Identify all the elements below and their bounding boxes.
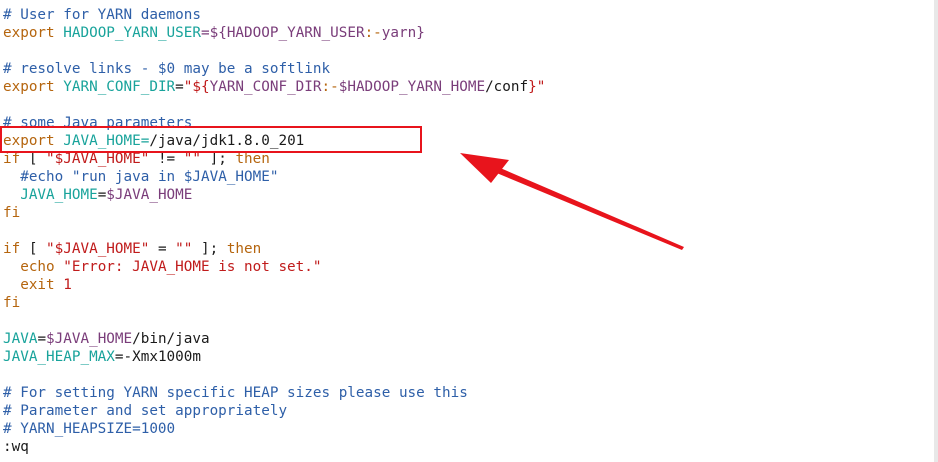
arrow-head [460, 153, 509, 183]
arrow-shaft [475, 158, 684, 250]
red-arrow-annotation [460, 153, 684, 250]
vertical-scrollbar[interactable] [934, 0, 938, 462]
vim-editor[interactable]: # User for YARN daemons export HADOOP_YAR… [0, 0, 938, 462]
